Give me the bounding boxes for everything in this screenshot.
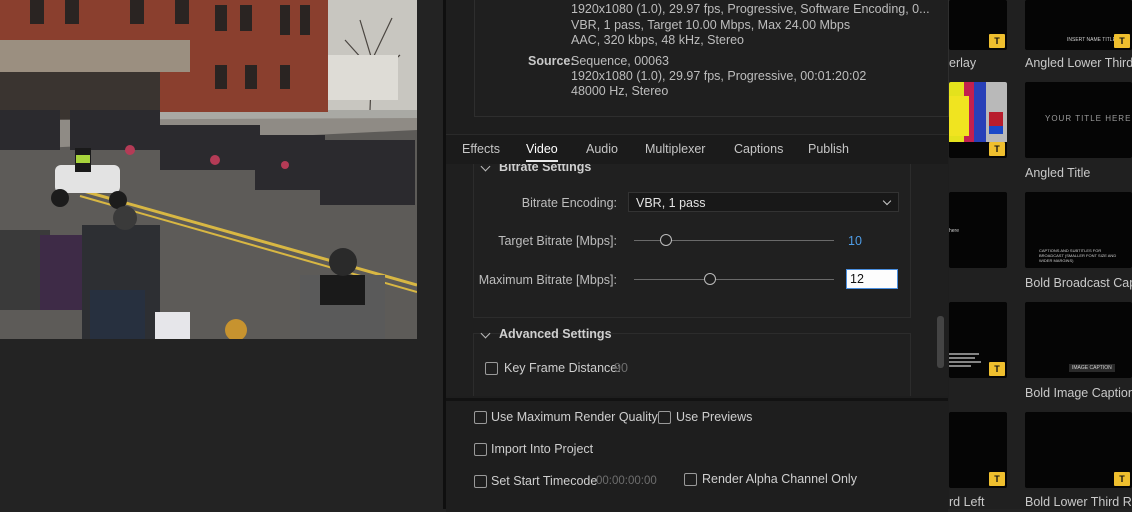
text-template-icon: T bbox=[989, 34, 1005, 48]
preview-empty-area bbox=[0, 339, 443, 509]
video-settings-scroll-area: Bitrate Settings Bitrate Encoding: VBR, … bbox=[446, 164, 948, 396]
bitrate-section-title[interactable]: Bitrate Settings bbox=[499, 164, 591, 174]
key-frame-distance-value[interactable]: 90 bbox=[614, 361, 628, 375]
target-bitrate-value[interactable]: 10 bbox=[848, 234, 862, 248]
template-thumbnail-angled-title[interactable]: YOUR TITLE HERE bbox=[1025, 82, 1132, 158]
max-bitrate-input[interactable] bbox=[846, 269, 898, 289]
tab-video[interactable]: Video bbox=[526, 142, 558, 162]
summary-output-line-1: 1920x1080 (1.0), 29.97 fps, Progressive,… bbox=[571, 2, 930, 16]
template-thumbnail-bold-broadcast-caption[interactable]: CAPTIONS AND SUBTITLES FOR BROADCAST (SM… bbox=[1025, 192, 1132, 268]
import-into-project-checkbox[interactable] bbox=[474, 443, 487, 456]
max-bitrate-label: Maximum Bitrate [Mbps]: bbox=[478, 273, 617, 287]
max-render-quality-label: Use Maximum Render Quality bbox=[491, 410, 658, 424]
template-label[interactable]: Bold Broadcast Capti bbox=[1025, 276, 1132, 290]
max-render-quality-checkbox[interactable] bbox=[474, 411, 487, 424]
bitrate-encoding-label: Bitrate Encoding: bbox=[521, 196, 617, 210]
summary-source-label: Source: bbox=[528, 54, 575, 68]
template-label[interactable]: erlay bbox=[949, 56, 1007, 70]
start-timecode-value[interactable]: 00:00:00:00 bbox=[596, 475, 657, 487]
template-thumb-text: here bbox=[949, 228, 960, 234]
template-thumbnail[interactable]: T bbox=[949, 412, 1007, 488]
text-template-icon: T bbox=[989, 362, 1005, 376]
template-thumbnail-angled-lower-third[interactable]: INSERT NAME TITLE T bbox=[1025, 0, 1132, 50]
template-label[interactable]: Bold Image Caption bbox=[1025, 386, 1132, 400]
template-thumbnail[interactable]: T bbox=[949, 0, 1007, 50]
template-label[interactable]: Angled Title bbox=[1025, 166, 1132, 180]
tab-multiplexer[interactable]: Multiplexer bbox=[645, 142, 705, 156]
tab-captions[interactable]: Captions bbox=[734, 142, 783, 156]
settings-scrollbar[interactable] bbox=[937, 316, 944, 368]
template-thumbnail[interactable]: T bbox=[949, 82, 1007, 158]
bitrate-encoding-value: VBR, 1 pass bbox=[636, 196, 706, 210]
summary-output-line-3: AAC, 320 kbps, 48 kHz, Stereo bbox=[571, 33, 745, 47]
key-frame-distance-label: Key Frame Distance: bbox=[504, 361, 621, 375]
use-previews-label: Use Previews bbox=[676, 410, 753, 424]
set-start-timecode-label: Set Start Timecode bbox=[491, 474, 598, 488]
text-template-icon: T bbox=[1114, 34, 1130, 48]
summary-source-line-3: 48000 Hz, Stereo bbox=[571, 84, 669, 98]
template-thumbnail-bold-image-caption[interactable]: IMAGE CAPTION bbox=[1025, 302, 1132, 378]
chevron-down-icon bbox=[882, 196, 892, 206]
max-bitrate-slider-thumb[interactable] bbox=[704, 273, 716, 285]
template-thumb-text: IMAGE CAPTION bbox=[1069, 364, 1115, 372]
import-into-project-label: Import Into Project bbox=[491, 442, 594, 456]
export-summary: 1920x1080 (1.0), 29.97 fps, Progressive,… bbox=[474, 0, 949, 117]
summary-source-line-2: 1920x1080 (1.0), 29.97 fps, Progressive,… bbox=[571, 69, 867, 83]
target-bitrate-label: Target Bitrate [Mbps]: bbox=[498, 234, 617, 248]
template-thumbnail-bold-lower-third-right[interactable]: T bbox=[1025, 412, 1132, 488]
tab-effects[interactable]: Effects bbox=[462, 142, 500, 156]
video-preview bbox=[0, 0, 417, 339]
max-bitrate-slider-track[interactable] bbox=[634, 279, 834, 280]
text-template-icon: T bbox=[1114, 472, 1130, 486]
target-bitrate-slider-thumb[interactable] bbox=[660, 234, 672, 246]
template-label[interactable]: Angled Lower Third bbox=[1025, 56, 1132, 70]
summary-output-line-2: VBR, 1 pass, Target 10.00 Mbps, Max 24.0… bbox=[571, 18, 851, 32]
template-label[interactable]: Bold Lower Third Rig bbox=[1025, 495, 1132, 509]
export-tabs: Effects Video Audio Multiplexer Captions… bbox=[446, 134, 948, 165]
essential-graphics-browser: T erlay INSERT NAME TITLE T Angled Lower… bbox=[949, 0, 1132, 509]
parade-street-frame bbox=[0, 0, 417, 339]
bitrate-encoding-dropdown[interactable]: VBR, 1 pass bbox=[628, 192, 899, 212]
template-thumb-text: YOUR TITLE HERE bbox=[1045, 114, 1132, 123]
tab-publish[interactable]: Publish bbox=[808, 142, 849, 156]
template-thumb-text: INSERT NAME TITLE bbox=[1067, 37, 1116, 43]
render-alpha-checkbox[interactable] bbox=[684, 473, 697, 486]
tab-audio[interactable]: Audio bbox=[586, 142, 618, 156]
summary-source-line-1: Sequence, 00063 bbox=[571, 54, 670, 68]
key-frame-distance-checkbox[interactable] bbox=[485, 362, 498, 375]
export-options: Use Maximum Render Quality Use Previews … bbox=[446, 398, 948, 512]
advanced-section-title[interactable]: Advanced Settings bbox=[499, 327, 612, 341]
render-alpha-label: Render Alpha Channel Only bbox=[702, 472, 857, 486]
use-previews-checkbox[interactable] bbox=[658, 411, 671, 424]
template-thumbnail[interactable]: here bbox=[949, 192, 1007, 268]
set-start-timecode-checkbox[interactable] bbox=[474, 475, 487, 488]
text-template-icon: T bbox=[989, 142, 1005, 156]
template-label[interactable]: rd Left bbox=[949, 495, 1007, 509]
template-thumb-text: CAPTIONS AND SUBTITLES FOR BROADCAST (SM… bbox=[1039, 248, 1117, 263]
template-thumbnail[interactable]: T bbox=[949, 302, 1007, 378]
text-template-icon: T bbox=[989, 472, 1005, 486]
